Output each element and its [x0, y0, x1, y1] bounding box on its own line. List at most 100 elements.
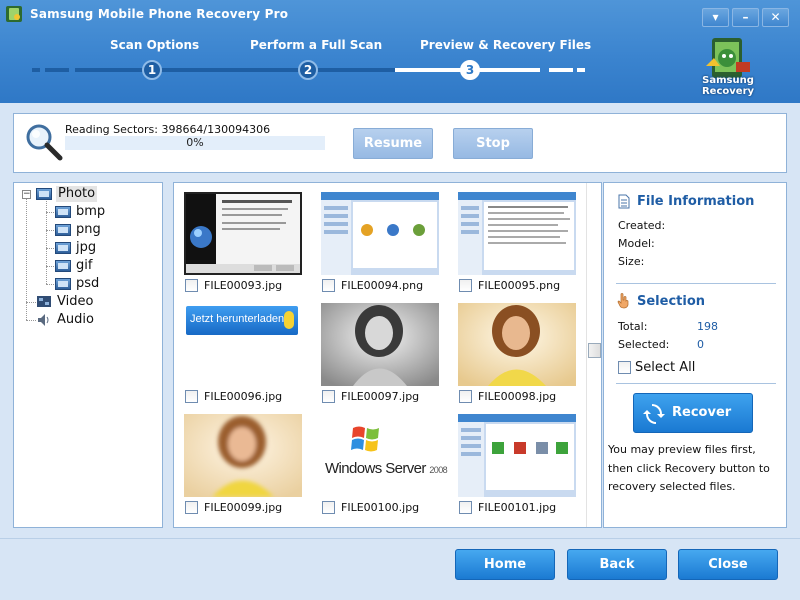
- thumbnail-file00099[interactable]: [184, 414, 302, 497]
- file-checkbox[interactable]: [322, 279, 335, 292]
- windows-server-logo-text: Windows Server 2008: [325, 460, 448, 477]
- thumbnail-file00100[interactable]: Windows Server 2008: [321, 414, 448, 497]
- jpg-folder-icon: [55, 242, 71, 254]
- file-name: FILE00093.jpg: [204, 279, 283, 292]
- tree-connector: [26, 320, 36, 321]
- selected-label: Selected:: [618, 338, 670, 351]
- thumbnail-file00093[interactable]: [184, 192, 302, 275]
- total-label: Total:: [618, 320, 648, 333]
- tree-connector: [26, 302, 36, 303]
- download-banner: Jetzt herunterladen: [186, 306, 298, 335]
- file-name: FILE00099.jpg: [204, 501, 283, 514]
- selected-value: 0: [697, 338, 704, 351]
- file-checkbox[interactable]: [322, 501, 335, 514]
- scrollbar-thumb[interactable]: [588, 343, 601, 358]
- stop-button[interactable]: Stop: [453, 128, 533, 159]
- brand-line-2: Recovery: [701, 86, 755, 97]
- file-type-tree: − Photo bmp png jpg gif psd Video Audio: [13, 182, 163, 528]
- psd-folder-icon: [55, 278, 71, 290]
- select-all-checkbox[interactable]: [618, 361, 631, 374]
- step-2-circle: 2: [298, 60, 318, 80]
- footer-bar: Home Back Close: [0, 538, 800, 600]
- step-3-circle: 3: [460, 60, 480, 80]
- back-button[interactable]: Back: [567, 549, 667, 580]
- file-name: FILE00095.png: [478, 279, 561, 292]
- file-checkbox[interactable]: [185, 501, 198, 514]
- select-all-label[interactable]: Select All: [635, 360, 695, 375]
- recover-button[interactable]: Recover: [633, 393, 753, 433]
- close-button[interactable]: Close: [678, 549, 778, 580]
- thumbnail-file00096[interactable]: Jetzt herunterladen: [184, 303, 302, 386]
- thumbnail-file00097[interactable]: [321, 303, 439, 386]
- app-icon: [6, 6, 22, 22]
- grid-scrollbar[interactable]: [586, 183, 601, 527]
- close-icon: ✕: [770, 10, 781, 24]
- file-checkbox[interactable]: [459, 390, 472, 403]
- thumbnail-file00094[interactable]: [321, 192, 439, 275]
- step-track-dash: [549, 68, 573, 72]
- home-button[interactable]: Home: [455, 549, 555, 580]
- file-name: FILE00097.jpg: [341, 390, 420, 403]
- step-track-dash: [45, 68, 69, 72]
- file-checkbox[interactable]: [322, 390, 335, 403]
- step-1-label: Scan Options: [110, 38, 200, 52]
- step-track-dash: [577, 68, 585, 72]
- tree-item-bmp[interactable]: bmp: [76, 204, 105, 220]
- thumbnail-file00095[interactable]: [458, 192, 576, 275]
- menu-dropdown-button[interactable]: ▾: [702, 8, 729, 27]
- selection-title: Selection: [637, 294, 706, 309]
- recover-label: Recover: [672, 405, 732, 420]
- divider: [616, 283, 776, 284]
- step-2-label: Perform a Full Scan: [250, 38, 383, 52]
- window-title: Samsung Mobile Phone Recovery Pro: [30, 7, 289, 21]
- close-window-button[interactable]: ✕: [762, 8, 789, 27]
- photo-folder-icon: [36, 188, 52, 200]
- minimize-icon: –: [742, 10, 749, 24]
- file-name: FILE00101.jpg: [478, 501, 557, 514]
- tree-item-video[interactable]: Video: [57, 294, 93, 310]
- bmp-folder-icon: [55, 206, 71, 218]
- audio-icon: [38, 314, 49, 326]
- scan-progress-bar: 0%: [65, 136, 325, 150]
- total-value: 198: [697, 320, 718, 333]
- tree-item-gif[interactable]: gif: [76, 258, 92, 274]
- file-checkbox[interactable]: [459, 501, 472, 514]
- file-thumbnail-grid: FILE00093.jpg FILE00094.png FILE00095.pn…: [173, 182, 602, 528]
- divider: [616, 383, 776, 384]
- resume-button[interactable]: Resume: [353, 128, 433, 159]
- tree-item-psd[interactable]: psd: [76, 276, 99, 292]
- size-label: Size:: [618, 255, 645, 268]
- file-name: FILE00098.jpg: [478, 390, 557, 403]
- step-1-circle: 1: [142, 60, 162, 80]
- hand-pointer-icon: [617, 293, 629, 309]
- file-checkbox[interactable]: [459, 279, 472, 292]
- brand-line-1: Samsung: [702, 75, 754, 86]
- tree-collapse-toggle[interactable]: −: [22, 190, 31, 199]
- minimize-button[interactable]: –: [732, 8, 759, 27]
- tree-item-png[interactable]: png: [76, 222, 101, 238]
- logo-text: Windows Server: [325, 460, 426, 477]
- model-label: Model:: [618, 237, 655, 250]
- tree-item-audio[interactable]: Audio: [57, 312, 94, 328]
- file-checkbox[interactable]: [185, 390, 198, 403]
- video-icon: [37, 296, 51, 307]
- thumbnail-file00098[interactable]: [458, 303, 576, 386]
- tree-connector: [46, 198, 47, 284]
- header-bar: Samsung Mobile Phone Recovery Pro ▾ – ✕ …: [0, 0, 800, 103]
- file-information-title: File Information: [637, 194, 755, 209]
- step-3-label: Preview & Recovery Files: [420, 38, 592, 52]
- thumbnail-file00101[interactable]: [458, 414, 576, 497]
- png-folder-icon: [55, 224, 71, 236]
- banner-text: Jetzt herunterladen: [190, 313, 285, 325]
- scan-progress-percent: 0%: [186, 136, 204, 149]
- file-name: FILE00100.jpg: [341, 501, 420, 514]
- recover-instructions: You may preview files first, then click …: [608, 443, 770, 493]
- magnifier-icon: [26, 124, 63, 161]
- file-checkbox[interactable]: [185, 279, 198, 292]
- tree-item-jpg[interactable]: jpg: [76, 240, 96, 256]
- tree-item-photo[interactable]: Photo: [56, 186, 98, 202]
- windows-flag-icon: [351, 426, 379, 452]
- step-track-done: [75, 68, 395, 72]
- file-name: FILE00096.jpg: [204, 390, 283, 403]
- document-icon: [618, 194, 630, 209]
